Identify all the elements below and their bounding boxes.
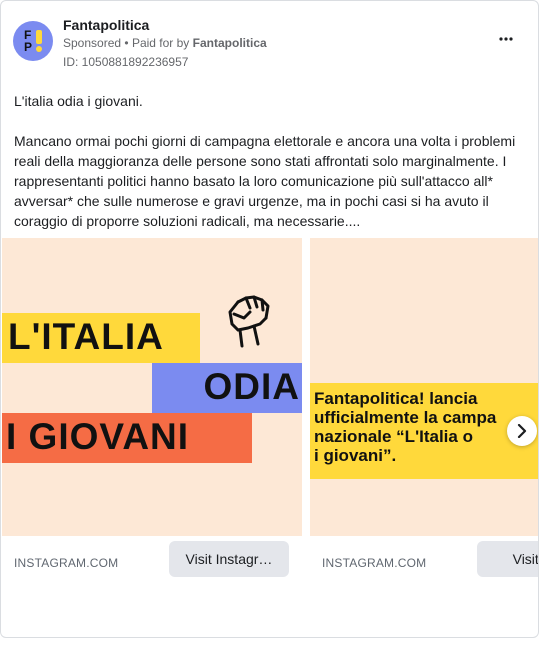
headline-word: L'ITALIA [8,316,164,357]
carousel-next-button[interactable] [507,416,537,446]
paid-for-by-name[interactable]: Fantapolitica [193,36,267,50]
link-domain[interactable]: INSTAGRAM.COM [322,556,426,570]
link-domain[interactable]: INSTAGRAM.COM [14,556,118,570]
creative-image[interactable]: Fantapolitica! lancia ufficialmente la c… [310,238,538,536]
avatar-exclamation [36,30,42,44]
page-name[interactable]: Fantapolitica [63,17,149,33]
post-header: F P Fantapolitica Sponsored • Paid for b… [13,17,526,73]
cta-row: INSTAGRAM.COM Visit Instagr… [2,536,302,583]
visit-instagram-button[interactable]: Visit Instagr… [169,541,289,577]
creative-image[interactable]: L'ITALIA ODIA I GIOVANI [2,238,302,536]
carousel-card[interactable]: L'ITALIA ODIA I GIOVANI INSTAGRAM.COM Vi… [2,238,302,583]
carousel: L'ITALIA ODIA I GIOVANI INSTAGRAM.COM Vi… [1,238,538,583]
more-options-button[interactable] [494,31,518,51]
creative-headline: Fantapolitica! lancia ufficialmente la c… [314,389,497,465]
sponsored-label: Sponsored [63,36,122,50]
ad-id: ID: 1050881892236957 [63,55,189,69]
avatar-letter: P [24,40,33,54]
headline-band-yellow: Fantapolitica! lancia ufficialmente la c… [310,383,538,479]
headline-band-red: I GIOVANI [2,413,252,463]
paid-for-by-label: Paid for by [131,36,190,50]
headline-band-yellow: L'ITALIA [2,313,200,363]
visit-instagram-button[interactable]: Visit Ins [477,541,538,577]
post-body: L'italia odia i giovani. Mancano ormai p… [14,91,526,231]
cta-row: INSTAGRAM.COM Visit Ins [310,536,538,583]
post-body-title: L'italia odia i giovani. [14,93,143,109]
raised-fist-icon [228,295,270,348]
headline-band-blue: ODIA [152,363,302,413]
ad-card: F P Fantapolitica Sponsored • Paid for b… [0,0,539,638]
post-body-paragraph: Mancano ormai pochi giorni di campagna e… [14,133,516,229]
headline-word: I GIOVANI [6,416,190,457]
chevron-right-icon [517,424,527,438]
sponsored-line: Sponsored • Paid for by Fantapolitica [63,36,267,50]
separator-dot: • [124,36,129,50]
headline-word: ODIA [203,366,300,407]
avatar-exclamation-dot [36,46,42,52]
avatar[interactable]: F P [13,21,53,61]
more-horizontal-icon [499,37,513,41]
carousel-card[interactable]: Fantapolitica! lancia ufficialmente la c… [310,238,538,583]
